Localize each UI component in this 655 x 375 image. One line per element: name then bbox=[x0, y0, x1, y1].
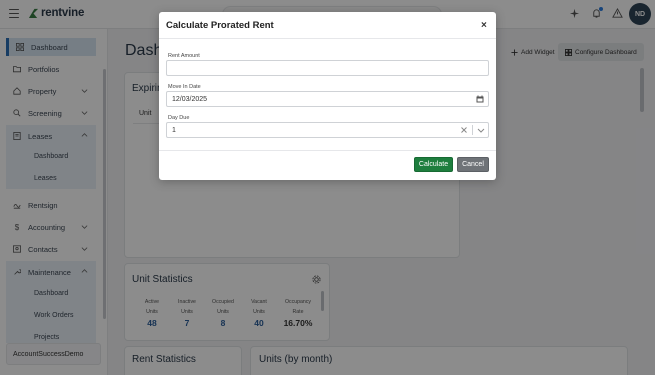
rent-amount-label: Rent Amount bbox=[168, 53, 200, 59]
close-button[interactable]: × bbox=[481, 20, 487, 31]
clear-icon[interactable] bbox=[460, 126, 468, 134]
move-in-date-input[interactable]: 12/03/2025 bbox=[166, 91, 489, 107]
calculate-button[interactable]: Calculate bbox=[414, 157, 453, 172]
rent-amount-input[interactable] bbox=[166, 60, 489, 76]
select-separator bbox=[472, 125, 473, 135]
cancel-button[interactable]: Cancel bbox=[457, 157, 489, 172]
move-in-date-label: Move In Date bbox=[168, 84, 201, 90]
modal-title: Calculate Prorated Rent bbox=[166, 20, 274, 31]
modal-header-divider bbox=[159, 38, 496, 39]
modal-footer-divider bbox=[159, 150, 496, 151]
chevron-down-icon[interactable] bbox=[477, 126, 485, 134]
day-due-label: Day Due bbox=[168, 115, 190, 121]
day-due-value: 1 bbox=[172, 126, 176, 134]
prorated-rent-modal: Calculate Prorated Rent × Rent Amount Mo… bbox=[159, 12, 496, 180]
move-in-date-value: 12/03/2025 bbox=[172, 95, 208, 103]
day-due-select[interactable]: 1 bbox=[166, 122, 489, 138]
calendar-icon[interactable] bbox=[476, 95, 484, 103]
